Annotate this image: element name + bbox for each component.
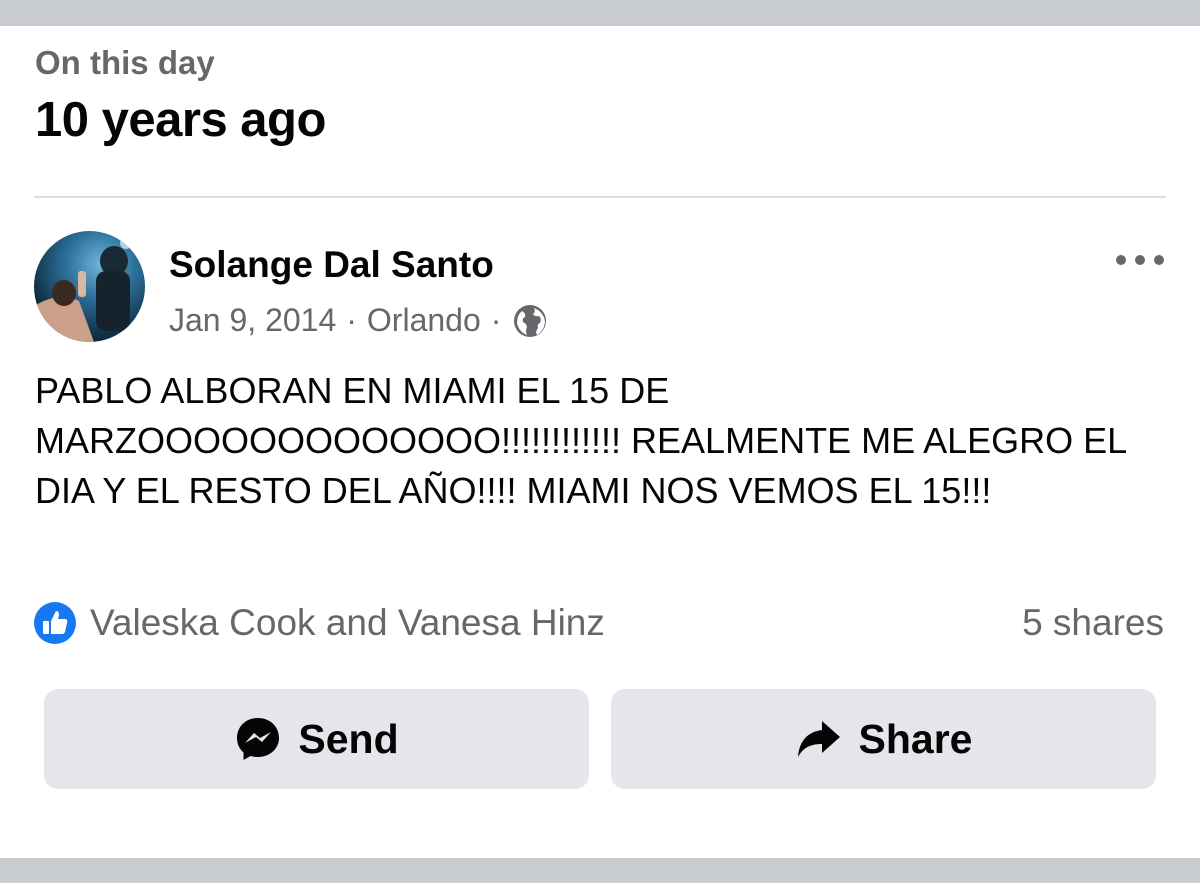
memory-label: On this day <box>35 44 215 81</box>
dot <box>1135 255 1145 265</box>
share-arrow-icon <box>797 721 840 757</box>
post-location[interactable]: Orlando <box>367 302 481 339</box>
share-button[interactable]: Share <box>611 689 1156 789</box>
top-separator-band <box>0 0 1200 26</box>
more-options-icon[interactable] <box>1110 238 1170 282</box>
memory-title: 10 years ago <box>35 93 326 147</box>
messenger-icon <box>237 718 280 760</box>
dot <box>1154 255 1164 265</box>
meta-separator: · <box>346 302 357 338</box>
reaction-names: Valeska Cook and Vanesa Hinz <box>90 602 605 643</box>
bottom-separator-band <box>0 858 1200 883</box>
post-text: PABLO ALBORAN EN MIAMI EL 15 DE MARZOOOO… <box>35 370 1126 511</box>
post-author[interactable]: Solange Dal Santo <box>169 244 494 286</box>
dot <box>1116 255 1126 265</box>
globe-icon <box>513 304 547 338</box>
send-button[interactable]: Send <box>44 689 589 789</box>
divider <box>34 196 1166 198</box>
reactions-summary[interactable]: Valeska Cook and Vanesa Hinz <box>34 602 605 644</box>
share-label: Share <box>858 715 973 762</box>
like-icon <box>34 602 76 644</box>
send-label: Send <box>298 715 399 762</box>
post-meta: Jan 9, 2014 · Orlando · <box>169 302 547 339</box>
meta-separator: · <box>490 302 502 338</box>
avatar[interactable] <box>34 231 145 342</box>
shares-count[interactable]: 5 shares <box>1022 602 1164 644</box>
post-date[interactable]: Jan 9, 2014 <box>169 302 336 339</box>
